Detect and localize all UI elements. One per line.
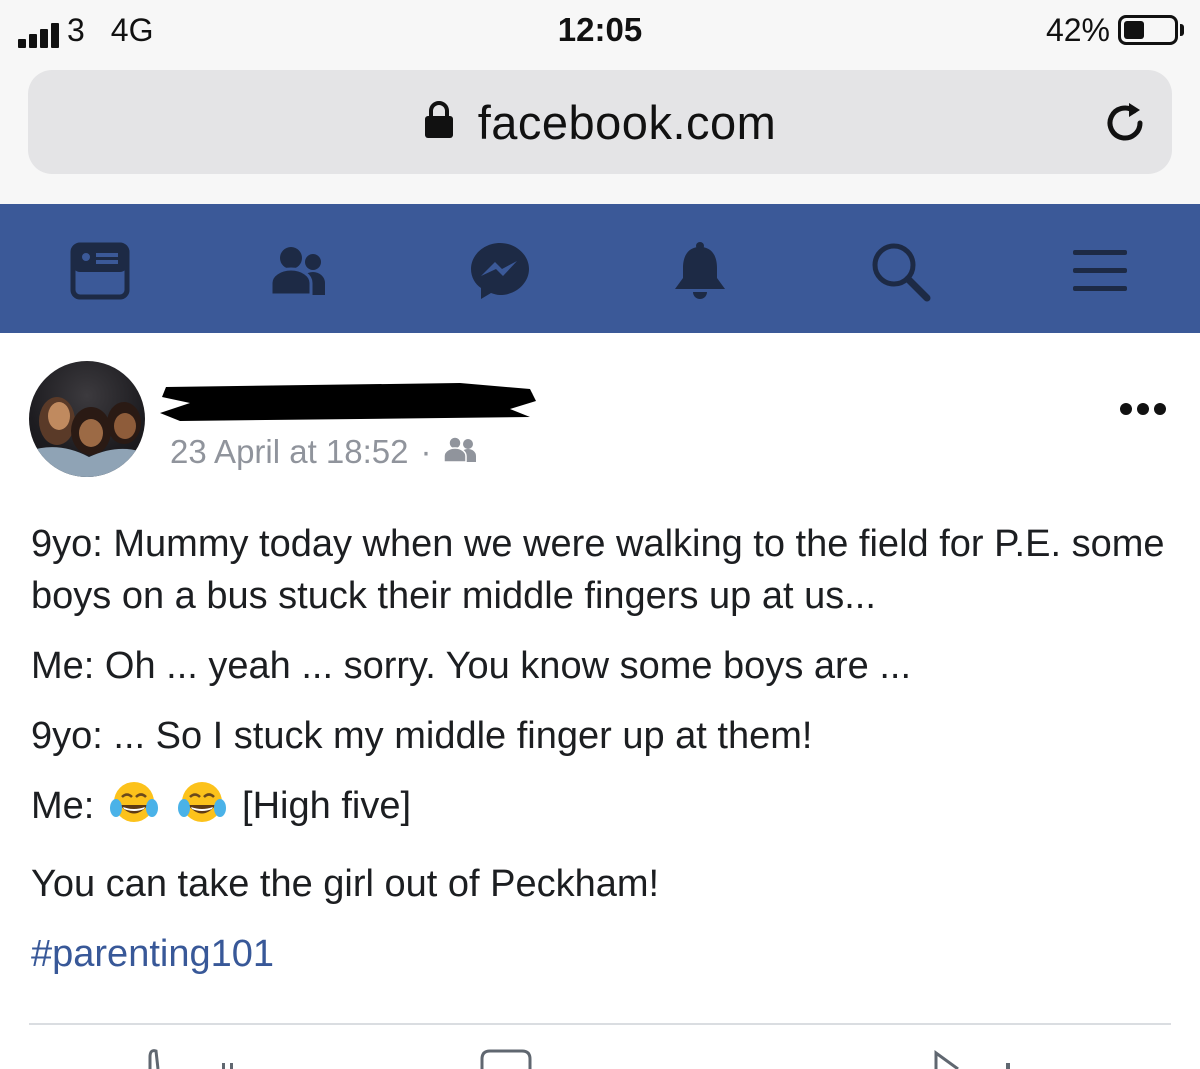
lock-icon [424,100,454,145]
post-paragraph: Me: Oh ... yeah ... sorry. You know some… [31,645,912,687]
post-paragraph: 9yo: ... So I stuck my middle finger up … [31,715,813,757]
status-right: 42% [1046,12,1184,48]
status-bar: 3 4G 12:05 42% [0,0,1200,62]
url-text[interactable]: facebook.com [478,95,777,150]
battery-fill [1124,21,1145,39]
battery-percent: 42% [1045,12,1110,48]
tears-of-joy-emoji [177,780,227,840]
share-button-icon[interactable] [928,1047,1018,1069]
more-options-icon[interactable] [1120,403,1166,415]
meta-separator: · [420,433,432,470]
post-paragraph: 9yo: Mummy today when we were walking to… [31,523,1165,617]
post-timestamp[interactable]: 23 April at 18:52 [170,433,409,471]
like-button-icon[interactable] [140,1047,240,1069]
search-icon[interactable] [869,240,931,302]
post-paragraph-with-emoji: Me: [High five] [31,780,1181,840]
battery-icon [1118,15,1178,45]
browser-chrome: facebook.com [0,62,1200,204]
reload-icon[interactable] [1102,98,1150,153]
post-paragraph: You can take the girl out of Peckham! [31,863,660,905]
post-body: 9yo: Mummy today when we were walking to… [31,518,1181,980]
paragraph-prefix: Me: [31,785,95,827]
clock: 12:05 [557,11,643,48]
friends-audience-icon[interactable] [442,433,480,471]
hashtag-link[interactable]: #parenting101 [31,928,1181,980]
action-divider [29,1023,1171,1025]
battery-nub [1180,24,1184,36]
paragraph-suffix: [High five] [242,785,412,827]
notifications-bell-icon[interactable] [669,240,731,302]
menu-icon[interactable] [1069,240,1131,302]
address-bar[interactable]: facebook.com [28,70,1172,174]
post-meta: 23 April at 18:52 · [170,433,480,471]
avatar[interactable] [29,361,145,477]
tears-of-joy-emoji [109,780,159,840]
facebook-nav-bar [0,204,1200,333]
comment-button-icon[interactable] [478,1047,538,1069]
news-feed-icon[interactable] [69,240,131,302]
address-content: facebook.com [28,94,1172,150]
friends-icon[interactable] [269,240,331,302]
messenger-icon[interactable] [469,240,531,302]
redacted-name [160,383,536,421]
post-card: 23 April at 18:52 · 9yo: Mummy today whe… [0,333,1200,1069]
